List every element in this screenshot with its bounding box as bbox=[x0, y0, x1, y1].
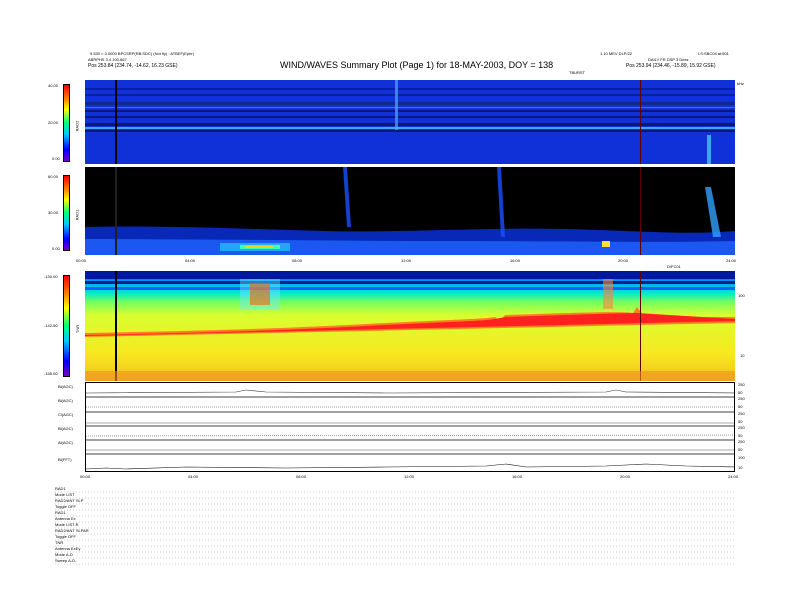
wave-rtick-10: 100 bbox=[738, 455, 745, 460]
tburst-label: TBURST bbox=[569, 70, 585, 75]
tnr-right-tick-100: 100 bbox=[738, 293, 745, 298]
footer-line-3: Toggle OFF bbox=[55, 504, 76, 509]
footer-line-12: Sweep A-D- bbox=[55, 558, 77, 563]
tnr-tick-mid: -142.50 bbox=[44, 323, 58, 328]
footer-params: RAD1 Mode LIST RAD2/ANT SLP Toggle OFF R… bbox=[55, 486, 735, 570]
footer-line-4: RAD1 bbox=[55, 510, 66, 515]
wave-label-1: Bl(AGC) bbox=[58, 398, 73, 403]
wave-rtick-5: 50 bbox=[738, 419, 743, 424]
tnr-tick-bot: -155.00 bbox=[44, 371, 58, 376]
wave-rtick-8: 250 bbox=[738, 439, 745, 444]
bottom-time-tick-0: 00:00 bbox=[80, 474, 91, 479]
wave-label-5: Bl(FFT) bbox=[58, 457, 72, 462]
rad2-spectrogram-svg bbox=[85, 80, 735, 164]
rad2-tick-bot: 0.00 bbox=[52, 156, 60, 161]
footer-line-5: Antenna Ex bbox=[55, 516, 76, 521]
wave-rtick-0: 250 bbox=[738, 382, 745, 387]
header-left-pos: Pos 253.84 (234.74, -14.62, 16.23 GSE) bbox=[88, 63, 178, 69]
time-tick-4: 16:00 bbox=[510, 258, 521, 263]
wave-rtick-7: 50 bbox=[738, 433, 743, 438]
page-title: WIND/WAVES Summary Plot (Page 1) for 18-… bbox=[280, 60, 554, 70]
wave-label-2: Cl(AGC) bbox=[58, 412, 74, 417]
rad1-tick-top: 60.00 bbox=[48, 174, 59, 179]
rad2-label: RAD2 bbox=[74, 120, 80, 132]
tnr-spectrogram bbox=[85, 271, 735, 381]
footer-dotted-lines bbox=[55, 491, 735, 565]
footer-line-6: Mode LIST-R bbox=[55, 522, 79, 527]
waveform-svg bbox=[86, 389, 734, 470]
rad2-tick-mid: 20.00 bbox=[48, 120, 59, 125]
bottom-time-tick-1: 04:00 bbox=[188, 474, 199, 479]
rad1-spectrogram-svg bbox=[85, 167, 735, 255]
tnr-right-tick-10: 10 bbox=[740, 353, 745, 358]
footer-line-0: RAD1 bbox=[55, 486, 66, 491]
wave-label-0: Bl(AGC) bbox=[58, 384, 73, 389]
wave-rtick-2: 250 bbox=[738, 396, 745, 401]
footer-line-11: Mode A-D bbox=[55, 552, 73, 557]
header-mid-right: 1.10 MEV DLP/22 bbox=[600, 51, 633, 56]
wave-rtick-4: 250 bbox=[738, 411, 745, 416]
wave-rtick-1: 50 bbox=[738, 390, 743, 395]
header-right-line2: DAILY FR DSP 3 Deez bbox=[648, 57, 689, 62]
time-tick-2: 08:00 bbox=[292, 258, 303, 263]
tnr-mark: D/FC01 bbox=[667, 264, 681, 269]
bottom-time-tick-5: 20:00 bbox=[620, 474, 631, 479]
wave-rtick-6: 250 bbox=[738, 425, 745, 430]
header-left-line1: 9.530 < 0.0000 BPCSRP(RB:SDC) (Not fly) … bbox=[90, 51, 195, 56]
footer-line-2: RAD2/ANT SLP bbox=[55, 498, 84, 503]
rad1-tick-bot: 0.00 bbox=[52, 246, 60, 251]
rad1-label: RAD1 bbox=[74, 209, 80, 221]
footer-line-10: Antenna ExEy bbox=[55, 546, 81, 551]
rad1-spectrogram bbox=[85, 167, 735, 255]
rad1-colorbar bbox=[63, 175, 70, 251]
tnr-tick-top: -130.00 bbox=[44, 274, 58, 279]
time-tick-1: 04:00 bbox=[185, 258, 196, 263]
rad1-tick-mid: 30.00 bbox=[48, 210, 59, 215]
wave-rtick-11: 10 bbox=[738, 465, 743, 470]
wave-rtick-3: 50 bbox=[738, 404, 743, 409]
tnr-spectrogram-svg bbox=[85, 271, 735, 381]
wave-label-3: Bl(AGC) bbox=[58, 426, 73, 431]
header-right-line1: LS:SBC04 at:501 bbox=[698, 51, 729, 56]
tnr-colorbar bbox=[63, 275, 70, 377]
footer-line-1: Mode LIST bbox=[55, 492, 75, 497]
tnr-label: TNR bbox=[75, 324, 81, 334]
footer-line-9: TNR bbox=[55, 540, 64, 545]
time-tick-3: 12:00 bbox=[401, 258, 412, 263]
header-right-pos: Pos 253.94 (234.46, -15.89, 15.92 GSE) bbox=[626, 63, 716, 69]
bottom-time-tick-2: 08:00 bbox=[296, 474, 307, 479]
footer-line-7: RAD2/ANT SLPAR bbox=[55, 528, 89, 533]
time-tick-0: 00:00 bbox=[76, 258, 87, 263]
rad2-right-mark: kHz bbox=[737, 81, 744, 86]
bottom-time-tick-6: 24:00 bbox=[728, 474, 739, 479]
rad2-colorbar bbox=[63, 84, 70, 162]
rad2-tick-top: 40.00 bbox=[48, 83, 59, 88]
header-left-line2: ABRPHS 3.4 100.667 bbox=[88, 57, 127, 62]
wave-rtick-9: 50 bbox=[738, 447, 743, 452]
footer-line-8: Toggle OFF bbox=[55, 534, 76, 539]
wave-label-4: Al(AGC) bbox=[58, 440, 73, 445]
bottom-time-tick-3: 12:00 bbox=[404, 474, 415, 479]
waveform-panel bbox=[85, 382, 735, 472]
rad2-spectrogram bbox=[85, 80, 735, 164]
time-tick-6: 24:00 bbox=[726, 258, 737, 263]
bottom-time-tick-4: 16:00 bbox=[512, 474, 523, 479]
time-tick-5: 20:00 bbox=[618, 258, 629, 263]
